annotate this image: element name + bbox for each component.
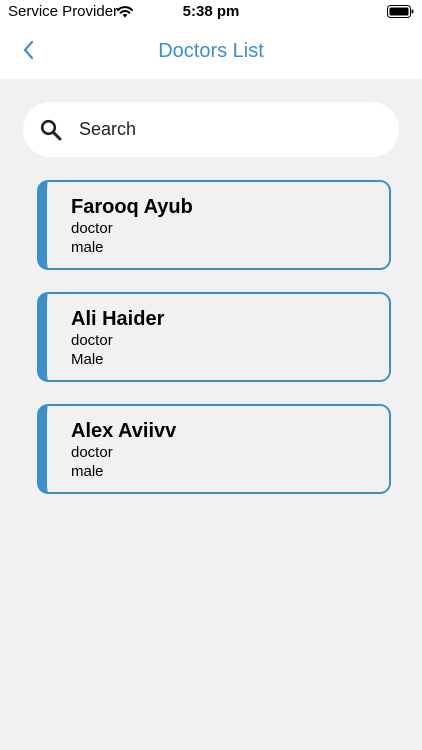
- doctor-gender: male: [71, 463, 104, 480]
- doctor-list: Farooq Ayub doctor male Ali Haider docto…: [37, 180, 391, 516]
- doctor-role: doctor: [71, 444, 113, 461]
- battery-icon: [387, 5, 414, 18]
- doctor-name: Alex Aviivv: [71, 420, 177, 442]
- doctor-gender: Male: [71, 351, 104, 368]
- status-bar: Service Provider 5:38 pm: [0, 0, 422, 24]
- doctor-role: doctor: [71, 332, 113, 349]
- search-input[interactable]: [79, 102, 379, 157]
- doctor-card[interactable]: Farooq Ayub doctor male: [37, 180, 391, 270]
- doctor-name: Ali Haider: [71, 308, 165, 330]
- doctor-role: doctor: [71, 220, 113, 237]
- doctor-gender: male: [71, 239, 104, 256]
- page-title: Doctors List: [158, 40, 264, 62]
- doctor-card[interactable]: Alex Aviivv doctor male: [37, 404, 391, 494]
- navigation-bar: Doctors List: [0, 24, 422, 79]
- status-time: 5:38 pm: [182, 3, 240, 20]
- doctor-name: Farooq Ayub: [71, 196, 193, 218]
- search-icon: [40, 119, 62, 141]
- search-bar[interactable]: [23, 102, 399, 157]
- doctor-card[interactable]: Ali Haider doctor Male: [37, 292, 391, 382]
